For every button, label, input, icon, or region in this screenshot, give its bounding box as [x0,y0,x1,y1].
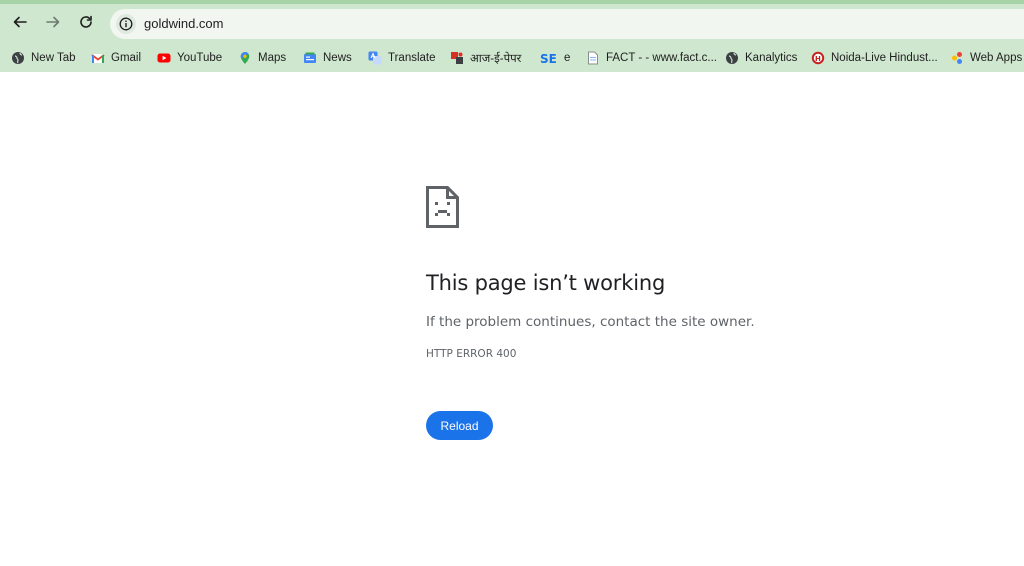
bookmark-label: Web Apps I [970,52,1024,64]
back-button[interactable] [8,10,32,34]
svg-text:SE: SE [540,52,557,65]
bookmarks-bar: New Tab Gmail YouTube Maps News Translat… [0,44,1024,72]
gmail-icon [91,51,105,65]
sad-document-icon [426,186,459,228]
site-info-icon[interactable] [116,14,136,34]
bookmark-gmail[interactable]: Gmail [91,48,141,68]
bookmark-youtube[interactable]: YouTube [157,48,222,68]
bookmark-label: News [323,52,352,64]
error-code: HTTP ERROR 400 [426,348,517,360]
bookmark-se[interactable]: SE e [540,48,570,68]
browser-chrome: goldwind.com New Tab Gmail YouTube Maps … [0,0,1024,72]
error-title: This page isn’t working [426,271,666,295]
bookmark-kanalytics[interactable]: Kanalytics [725,48,797,68]
se-icon: SE [540,51,558,65]
navigation-bar: goldwind.com [0,8,1024,40]
arrow-left-icon [13,16,27,28]
bookmark-label: Kanalytics [745,52,798,64]
bookmark-label: e [564,52,571,64]
bookmark-fact[interactable]: FACT - - www.fact.c... [586,48,717,68]
url-text[interactable]: goldwind.com [144,16,224,31]
web-apps-icon [950,51,964,65]
document-icon [586,51,600,65]
refresh-icon [80,15,92,28]
bookmark-label: YouTube [177,52,223,64]
bookmark-maps[interactable]: Maps [238,48,286,68]
reload-button[interactable]: Reload [426,411,493,440]
forward-button[interactable] [41,10,65,34]
maps-pin-icon [238,51,252,65]
error-description: If the problem continues, contact the si… [426,314,755,330]
bookmark-web-apps[interactable]: Web Apps I [950,48,1024,68]
bookmark-label: Maps [258,52,287,64]
globe-icon [725,51,739,65]
bookmark-label: FACT - - www.fact.c... [606,52,717,64]
bookmark-label: आज-ई-पेपर [470,52,522,65]
aaj-epaper-icon [450,51,464,65]
bookmark-label: New Tab [31,52,76,64]
address-bar[interactable]: goldwind.com [110,9,1024,39]
bookmark-label: Noida-Live Hindust... [831,52,938,64]
youtube-icon [157,51,171,65]
globe-icon [11,51,25,65]
svg-text:H: H [815,55,821,63]
bookmark-label: Translate [388,52,436,64]
reload-page-button[interactable] [74,10,98,34]
bookmark-new-tab[interactable]: New Tab [11,48,76,68]
hindustan-icon: H [811,51,825,65]
translate-icon [368,51,382,65]
arrow-right-icon [46,16,60,28]
bookmark-label: Gmail [111,52,142,64]
bookmark-news[interactable]: News [303,48,352,68]
bookmark-translate[interactable]: Translate [368,48,436,68]
news-icon [303,51,317,65]
bookmark-aaj-epaper[interactable]: आज-ई-पेपर [450,48,521,68]
bookmark-noida-live[interactable]: H Noida-Live Hindust... [811,48,938,68]
